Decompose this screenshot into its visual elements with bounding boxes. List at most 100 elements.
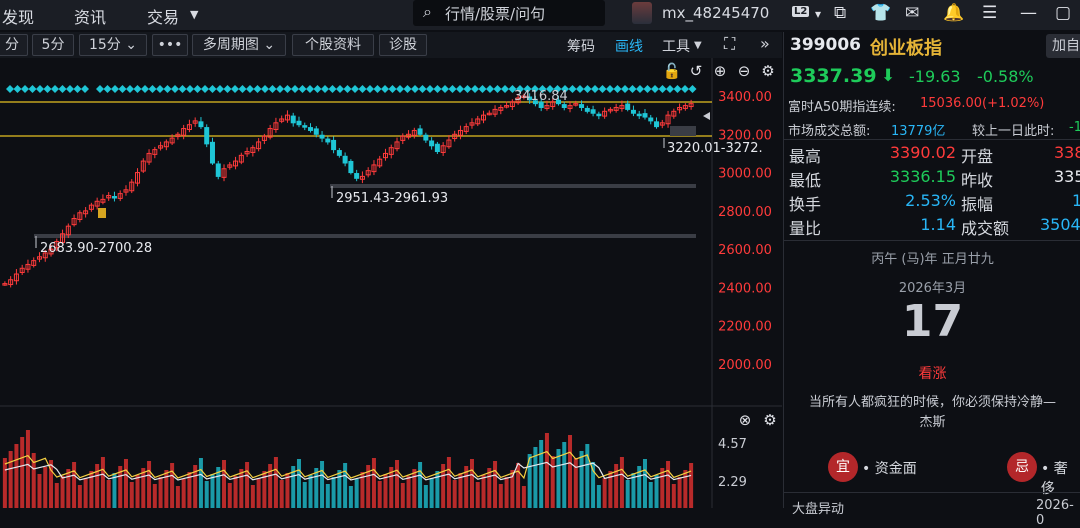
minimize-icon[interactable]: — — [1020, 3, 1037, 23]
avoid-icon: 忌 — [1007, 452, 1037, 482]
candle-body — [290, 115, 296, 124]
bell-icon[interactable]: 🔔 — [943, 3, 964, 23]
price-tick: 2200.00 — [718, 320, 772, 335]
candle-body — [215, 163, 221, 177]
zoom-out-icon[interactable]: ⊖ — [738, 62, 751, 80]
kline-chart[interactable]: 🔓 ↺ ⊕ ⊖ ⚙ 3400.00 3200.00 3000.00 2800.00 2600.00… — [0, 58, 782, 508]
volume-bar — [250, 485, 255, 508]
candle-body — [561, 104, 567, 108]
volume-bar — [129, 482, 134, 508]
nav-discover[interactable]: 发现 — [2, 4, 34, 28]
maximize-icon[interactable]: ▢ — [1055, 3, 1071, 23]
candle-body — [308, 127, 314, 131]
kline-svg[interactable]: 🔓 ↺ ⊕ ⊖ ⚙3400.003200.003000.002800.002600.00… — [0, 58, 782, 508]
volume-bar — [487, 468, 492, 508]
volume-bar — [654, 475, 659, 508]
period-5min-button[interactable]: 5分 — [32, 34, 74, 56]
quote-label: 成交额 — [961, 219, 1010, 238]
volume-bar — [683, 470, 688, 508]
price-tick: 2800.00 — [718, 205, 772, 220]
high-label: 3416.84 — [514, 89, 568, 104]
quote-value: 338 — [1054, 143, 1080, 162]
quote-value: 1.14 — [920, 215, 956, 234]
volume-bar — [2, 458, 7, 508]
zone-band — [330, 184, 696, 188]
divider — [784, 139, 1080, 140]
event-marker — [98, 208, 106, 218]
settings-icon[interactable]: ⚙ — [761, 62, 774, 80]
volume-bar — [60, 476, 65, 508]
username[interactable]: mx_48245470 — [662, 4, 790, 22]
calendar-year-month: 2026年3月 — [898, 281, 967, 296]
volume-bar — [227, 483, 232, 508]
menu-icon[interactable]: ☰ — [982, 3, 997, 23]
search-box[interactable]: ⌕ 行情/股票/问句 — [413, 0, 605, 26]
shirt-icon[interactable]: 👕 — [870, 3, 891, 23]
volume-bar — [585, 444, 590, 508]
volume-bar — [331, 477, 336, 508]
tools-tab[interactable]: 工具 — [662, 36, 690, 56]
close-volume-icon[interactable]: ⊗ — [739, 411, 752, 429]
draw-tab[interactable]: 画线 — [615, 36, 643, 56]
volume-bar — [210, 474, 215, 508]
candle-body — [429, 140, 435, 147]
volume-bar — [233, 476, 238, 508]
calendar-day: 17 — [901, 296, 964, 347]
volume-bar — [354, 479, 359, 508]
undo-icon[interactable]: ↺ — [690, 62, 703, 80]
quote-line-1: 当所有人都疯狂的时候，你必须保持冷静— — [808, 395, 1056, 410]
level2-badge: L2 — [792, 6, 810, 17]
volume-bar — [619, 457, 624, 508]
volume-bar — [222, 460, 227, 508]
mail-icon[interactable]: ✉ — [905, 3, 919, 23]
volume-bar — [302, 482, 307, 508]
market-alert-date: 2026-0 — [1036, 498, 1074, 528]
candle-body — [417, 128, 423, 135]
volume-bar — [498, 484, 503, 508]
suitable-item[interactable]: • 资金面 — [862, 458, 917, 478]
multi-period-button[interactable]: 多周期图 ⌄ — [192, 34, 286, 56]
divider — [784, 492, 1080, 493]
volume-bar — [371, 458, 376, 508]
volume-bar — [660, 468, 665, 508]
tools-dropdown-icon[interactable]: ▼ — [694, 40, 702, 51]
search-input[interactable]: 行情/股票/问句 — [445, 3, 545, 24]
nav-trade[interactable]: 交易 — [147, 4, 179, 28]
volume-bar — [77, 485, 82, 508]
quote-value: 2.53% — [905, 191, 956, 210]
volume-bar — [446, 457, 451, 508]
volume-tick: 2.29 — [718, 475, 747, 490]
period-1min-button[interactable]: 分 — [0, 34, 28, 56]
trade-dropdown-icon[interactable]: ▼ — [190, 8, 198, 21]
zoom-in-icon[interactable]: ⊕ — [714, 62, 727, 80]
volume-bar — [493, 461, 498, 508]
quote-value: 1 — [1072, 191, 1080, 210]
more-button[interactable]: ••• — [152, 34, 188, 56]
volume-bar — [677, 477, 682, 508]
profile-button[interactable]: 个股资料 — [292, 34, 374, 56]
diagnose-button[interactable]: 诊股 — [379, 34, 427, 56]
quote-label: 换手 — [789, 195, 822, 214]
user-dropdown-icon[interactable]: ▾ — [815, 7, 821, 21]
lock-icon[interactable]: 🔓 — [663, 62, 682, 80]
quote-value: 3336.15 — [889, 167, 956, 186]
volume-settings-icon[interactable]: ⚙ — [763, 411, 776, 429]
period-15min-button[interactable]: 15分 ⌄ — [79, 34, 147, 56]
candle-body — [654, 121, 660, 128]
volume-bar — [377, 481, 382, 508]
candle-body — [590, 109, 596, 114]
add-watchlist-button[interactable]: 加自 — [1046, 34, 1080, 58]
collapse-icon[interactable]: » — [760, 34, 770, 53]
volume-bar — [539, 440, 544, 508]
volume-bar — [504, 477, 509, 508]
candle-body — [204, 127, 210, 145]
volume-bar — [100, 457, 105, 508]
candle-body — [302, 125, 308, 128]
export-icon[interactable]: ⧉ — [834, 3, 846, 23]
nav-news[interactable]: 资讯 — [74, 4, 106, 28]
candle-body — [423, 134, 429, 141]
chips-tab[interactable]: 筹码 — [567, 36, 595, 56]
candle-body — [296, 120, 302, 126]
avatar[interactable] — [632, 2, 652, 24]
fullscreen-icon[interactable]: ⛶ — [724, 34, 735, 54]
